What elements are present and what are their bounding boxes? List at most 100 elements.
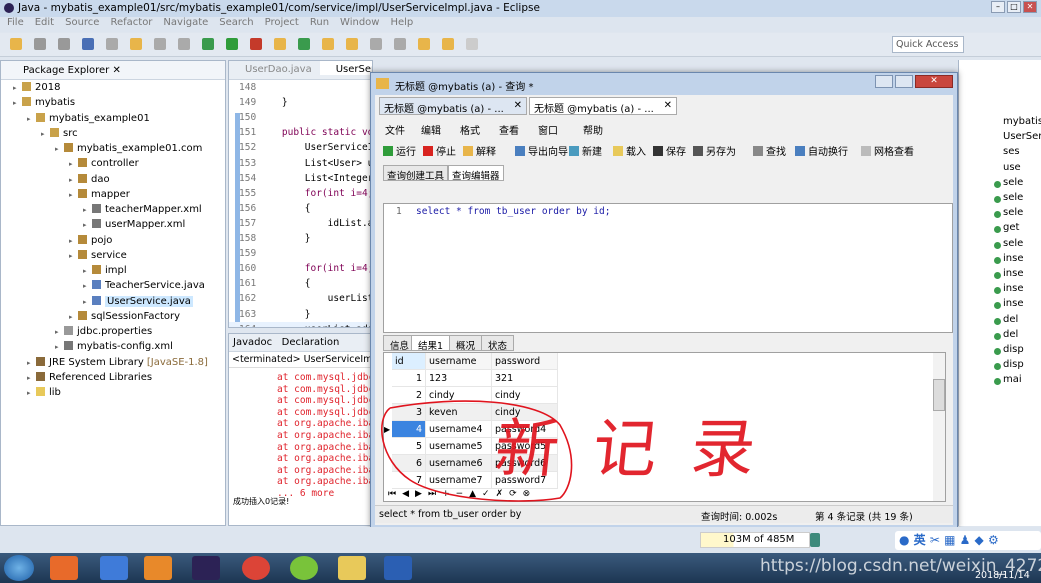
close-icon[interactable]: ✕: [112, 65, 120, 76]
toolbar-button-icon[interactable]: [58, 38, 70, 50]
tree-item-teacherservice-java[interactable]: ▸ TeacherService.java: [83, 279, 205, 293]
expand-toggle-icon[interactable]: ▸: [83, 264, 92, 278]
result-tab[interactable]: 结果1: [411, 335, 451, 352]
outline-item[interactable]: inse: [994, 283, 1023, 295]
close-button[interactable]: ✕: [915, 75, 953, 88]
menu-navigate[interactable]: Navigate: [163, 17, 208, 32]
toolbar-button-icon[interactable]: [82, 38, 94, 50]
garbage-collect-icon[interactable]: [810, 533, 820, 547]
expand-toggle-icon[interactable]: ▸: [83, 203, 92, 217]
toolbar-button-icon[interactable]: [370, 38, 382, 50]
close-icon[interactable]: ✕: [664, 100, 672, 111]
toolbar-0[interactable]: 运行: [383, 143, 416, 158]
sql-editor[interactable]: 1 select * from tb_user order by id;: [383, 203, 953, 333]
column-header-username[interactable]: username: [426, 353, 492, 370]
tree-item-mapper[interactable]: ▸ mapper: [69, 188, 130, 202]
taskbar-chrome-icon[interactable]: [242, 556, 270, 580]
taskbar-word-icon[interactable]: [384, 556, 412, 580]
tree-item-controller[interactable]: ▸ controller: [69, 157, 139, 171]
outline-item[interactable]: get: [994, 222, 1019, 234]
toolbar-button-icon[interactable]: [394, 38, 406, 50]
maximize-button[interactable]: [895, 75, 913, 88]
maximize-button[interactable]: □: [1007, 1, 1021, 13]
taskbar-explorer-icon[interactable]: [338, 556, 366, 580]
menu-window[interactable]: Window: [340, 17, 379, 32]
ime-toolbar[interactable]: ● 英 ✂ ▦ ♟ ◆ ⚙: [895, 531, 1041, 550]
toolbar-button-icon[interactable]: [466, 38, 478, 50]
tree-item-2018[interactable]: ▸ 2018: [13, 81, 60, 95]
navicat-menu-item[interactable]: 查看: [499, 122, 519, 137]
toolbar-button-icon[interactable]: [274, 38, 286, 50]
toolbar-10[interactable]: 网格查看: [861, 143, 914, 158]
tree-item-teachermapper-xml[interactable]: ▸ teacherMapper.xml: [83, 203, 202, 217]
tree-item-mybatis[interactable]: ▸ mybatis: [13, 96, 75, 110]
navicat-menu-item[interactable]: 窗口: [538, 122, 558, 137]
tab-javadoc[interactable]: Javadoc: [233, 337, 272, 348]
outline-item[interactable]: inse: [994, 298, 1023, 310]
expand-toggle-icon[interactable]: ▸: [41, 127, 50, 141]
expand-toggle-icon[interactable]: ▸: [83, 279, 92, 293]
taskbar-eclipse-icon[interactable]: [192, 556, 220, 580]
outline-item[interactable]: UserSer: [1003, 131, 1041, 142]
outline-item[interactable]: sele: [994, 177, 1023, 188]
expand-toggle-icon[interactable]: ▸: [27, 356, 36, 370]
grid-scrollbar[interactable]: [933, 353, 945, 501]
query-tab[interactable]: 无标题 @mybatis (a) - ... ✕: [529, 97, 677, 115]
expand-toggle-icon[interactable]: ▸: [27, 112, 36, 126]
toolbar-button-icon[interactable]: [346, 38, 358, 50]
tree-item-service[interactable]: ▸ service: [69, 249, 127, 263]
tree-item-jdbc-properties[interactable]: ▸ jdbc.properties: [55, 325, 152, 339]
expand-toggle-icon[interactable]: ▸: [69, 234, 78, 248]
expand-toggle-icon[interactable]: ▸: [69, 188, 78, 202]
close-icon[interactable]: ✕: [514, 100, 522, 111]
outline-item[interactable]: del: [994, 314, 1018, 325]
tree-item-dao[interactable]: ▸ dao: [69, 173, 110, 187]
outline-item[interactable]: disp: [994, 344, 1024, 355]
tree-item-mybatis-example01[interactable]: ▸ mybatis_example01: [27, 112, 150, 126]
close-button[interactable]: ✕: [1023, 1, 1037, 13]
tab-declaration[interactable]: Declaration: [282, 337, 340, 348]
toolbar-button-icon[interactable]: [10, 38, 22, 50]
expand-toggle-icon[interactable]: ▸: [83, 218, 92, 232]
navicat-menu-item[interactable]: 帮助: [583, 122, 603, 137]
menu-edit[interactable]: Edit: [35, 17, 54, 32]
tree-item-jre-system-library[interactable]: ▸ JRE System Library [JavaSE-1.8]: [27, 356, 208, 370]
query-tab[interactable]: 无标题 @mybatis (a) - ... ✕: [379, 97, 527, 115]
outline-item[interactable]: mai: [994, 374, 1022, 386]
outline-item[interactable]: ses: [1003, 146, 1020, 157]
toolbar-4[interactable]: 新建: [569, 143, 602, 158]
expand-toggle-icon[interactable]: ▸: [55, 325, 64, 339]
menu-source[interactable]: Source: [65, 17, 99, 32]
start-button[interactable]: [4, 555, 34, 581]
toolbar-7[interactable]: 另存为: [693, 143, 736, 158]
outline-item[interactable]: use: [1003, 162, 1021, 173]
minimize-button[interactable]: –: [991, 1, 1005, 13]
toolbar-button-icon[interactable]: [130, 38, 142, 50]
toolbar-button-icon[interactable]: [322, 38, 334, 50]
clock-date[interactable]: 2018/11/14: [975, 570, 1030, 581]
tree-item-lib[interactable]: ▸ lib: [27, 386, 61, 400]
editor-subtab[interactable]: 查询创建工具: [383, 165, 449, 182]
toolbar-1[interactable]: 停止: [423, 143, 456, 158]
toolbar-button-icon[interactable]: [442, 38, 454, 50]
editor-tab[interactable]: UserDao.java: [229, 61, 320, 75]
expand-toggle-icon[interactable]: ▸: [69, 310, 78, 324]
toolbar-button-icon[interactable]: [154, 38, 166, 50]
expand-toggle-icon[interactable]: ▸: [69, 249, 78, 263]
outline-item[interactable]: disp: [994, 359, 1024, 371]
expand-toggle-icon[interactable]: ▸: [13, 81, 22, 95]
toolbar-9[interactable]: 自动换行: [795, 143, 848, 158]
toolbar-5[interactable]: 载入: [613, 143, 646, 158]
tree-item-src[interactable]: ▸ src: [41, 127, 78, 141]
result-tab[interactable]: 概况: [449, 335, 483, 352]
outline-item[interactable]: sele: [994, 238, 1023, 249]
outline-item[interactable]: del: [994, 329, 1018, 340]
expand-toggle-icon[interactable]: ▸: [27, 386, 36, 400]
toolbar-button-icon[interactable]: [202, 38, 214, 50]
menu-file[interactable]: File: [7, 17, 24, 32]
toolbar-button-icon[interactable]: [298, 38, 310, 50]
toolbar-button-icon[interactable]: [34, 38, 46, 50]
ime-language[interactable]: 英: [914, 533, 926, 547]
toolbar-3[interactable]: 导出向导: [515, 143, 568, 158]
menu-help[interactable]: Help: [390, 17, 413, 32]
